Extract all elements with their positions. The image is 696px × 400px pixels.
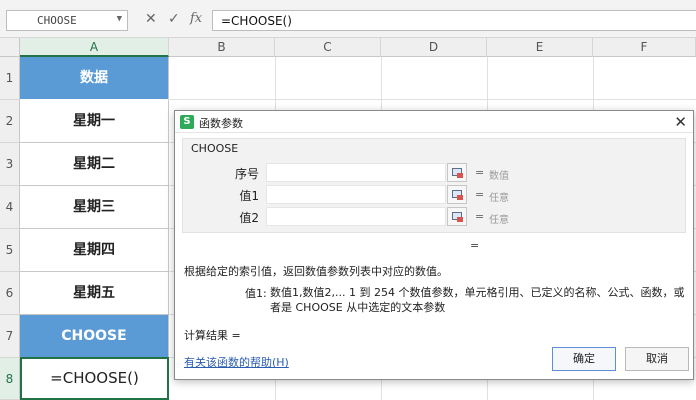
- cell-a3[interactable]: 星期二: [20, 143, 169, 186]
- name-box-value: CHOOSE: [37, 14, 77, 27]
- row-header-5[interactable]: 5: [0, 229, 20, 272]
- column-header-c[interactable]: C: [275, 38, 381, 57]
- enter-icon[interactable]: ✓: [168, 11, 180, 27]
- function-name: CHOOSE: [191, 142, 239, 155]
- formula-input[interactable]: =CHOOSE(): [212, 10, 696, 31]
- arg-hint-value1: 任意: [489, 193, 509, 204]
- row-header-1[interactable]: 1: [0, 57, 20, 100]
- range-select-icon[interactable]: [447, 207, 467, 226]
- arg-label-value2: 值2: [239, 211, 259, 225]
- argument-description: 数值1,数值2,... 1 到 254 个数值参数，单元格引用、已定义的名称、公…: [270, 286, 685, 314]
- column-header-f[interactable]: F: [593, 38, 696, 57]
- column-header-a[interactable]: A: [20, 38, 169, 57]
- arg-hint-value2: 任意: [489, 215, 509, 226]
- argument-name: 值1:: [245, 287, 267, 300]
- arg-label-value1: 值1: [239, 189, 259, 203]
- ok-button[interactable]: 确定: [552, 347, 616, 371]
- arg-label-index: 序号: [234, 167, 259, 181]
- arg-input-value1[interactable]: [266, 185, 446, 204]
- cancel-button[interactable]: 取消: [625, 347, 689, 371]
- cell-a6[interactable]: 星期五: [20, 272, 169, 315]
- row-header-7[interactable]: 7: [0, 315, 20, 358]
- calculation-result: 计算结果 =: [184, 329, 241, 342]
- cancel-icon[interactable]: ✕: [145, 11, 157, 27]
- result-equals: =: [470, 239, 480, 252]
- arg-input-index[interactable]: [266, 163, 446, 182]
- row-header-2[interactable]: 2: [0, 100, 20, 143]
- arg-hint-index: 数值: [489, 171, 509, 182]
- row-header-3[interactable]: 3: [0, 143, 20, 186]
- chevron-down-icon[interactable]: ▼: [117, 14, 122, 24]
- arg-equals: =: [475, 166, 485, 179]
- formula-bar: CHOOSE ▼ ✕ ✓ fx =CHOOSE(): [0, 0, 696, 38]
- fx-icon[interactable]: fx: [190, 11, 202, 26]
- cell-a8-selected[interactable]: =CHOOSE(): [20, 357, 169, 400]
- function-description: 根据给定的索引值，返回数值参数列表中对应的数值。: [184, 265, 448, 278]
- arguments-panel: CHOOSE 序号 = 数值 值1 = 任意 值2 = 任意: [182, 138, 686, 233]
- dialog-title: 函数参数: [199, 117, 243, 130]
- close-icon[interactable]: ✕: [674, 113, 687, 131]
- row-header-8[interactable]: 8: [0, 358, 20, 400]
- column-header-e[interactable]: E: [487, 38, 593, 57]
- range-select-icon[interactable]: [447, 185, 467, 204]
- column-header-b[interactable]: B: [169, 38, 275, 57]
- help-link[interactable]: 有关该函数的帮助(H): [184, 354, 289, 370]
- column-header-d[interactable]: D: [381, 38, 487, 57]
- cell-a7[interactable]: CHOOSE: [20, 315, 169, 358]
- arg-equals: =: [475, 210, 485, 223]
- row-header-4[interactable]: 4: [0, 186, 20, 229]
- cell-a1[interactable]: 数据: [20, 57, 169, 100]
- select-all-corner[interactable]: [0, 38, 20, 57]
- cell-a5[interactable]: 星期四: [20, 229, 169, 272]
- name-box[interactable]: CHOOSE ▼: [6, 10, 128, 31]
- cell-a2[interactable]: 星期一: [20, 100, 169, 143]
- dialog-title-bar[interactable]: S 函数参数 ✕: [175, 111, 693, 133]
- range-select-icon[interactable]: [447, 163, 467, 182]
- arg-input-value2[interactable]: [266, 207, 446, 226]
- arg-equals: =: [475, 188, 485, 201]
- row-header-6[interactable]: 6: [0, 272, 20, 315]
- cell-a4[interactable]: 星期三: [20, 186, 169, 229]
- app-logo-icon: S: [180, 115, 194, 129]
- function-arguments-dialog: S 函数参数 ✕ CHOOSE 序号 = 数值 值1 = 任意 值2 = 任意 …: [174, 110, 694, 380]
